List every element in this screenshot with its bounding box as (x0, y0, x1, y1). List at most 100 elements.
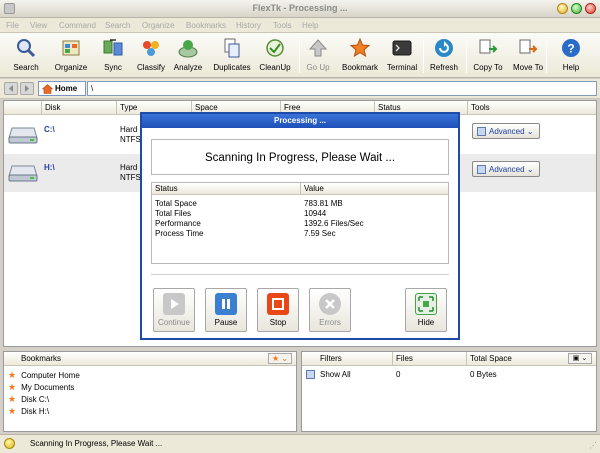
column-type[interactable]: Type (120, 103, 137, 112)
search-icon (17, 39, 36, 58)
advanced-button[interactable]: Advanced ⌄ (472, 161, 540, 177)
go-up-button[interactable]: Go Up (295, 36, 341, 76)
analyze-icon (178, 40, 198, 58)
arrow-right-icon (25, 85, 29, 92)
move-to-button[interactable]: Move To (505, 36, 551, 76)
advanced-button[interactable]: Advanced ⌄ (472, 123, 540, 139)
bookmark-item[interactable]: ★ Computer Home (8, 370, 80, 381)
star-icon: ★ (8, 406, 17, 416)
star-icon: ★ (8, 382, 17, 392)
back-button[interactable] (4, 82, 18, 95)
organize-button[interactable]: Organize (48, 36, 94, 76)
arrow-up-icon (308, 39, 328, 57)
analyze-button[interactable]: Analyze (165, 36, 211, 76)
menu-history[interactable]: History (236, 21, 261, 30)
copy-icon (479, 39, 498, 54)
help-icon: ? (562, 39, 580, 57)
dialog-divider (151, 274, 449, 275)
path-input[interactable]: \ (87, 81, 597, 96)
forward-button[interactable] (20, 82, 34, 95)
stat-value: 10944 (304, 209, 327, 218)
pause-button[interactable]: Pause (205, 288, 247, 332)
error-icon (319, 293, 341, 315)
bookmark-item[interactable]: ★ Disk H:\ (8, 406, 49, 417)
column-value: Value (304, 184, 324, 193)
stat-value: 1392.6 Files/Sec (304, 219, 364, 228)
menu-help[interactable]: Help (302, 21, 318, 30)
filter-row[interactable]: Show All 0 0 Bytes (306, 370, 596, 381)
filter-menu-button[interactable]: ▣ ⌄ (568, 353, 592, 364)
home-icon (42, 84, 53, 94)
pause-icon (215, 293, 237, 315)
menu-tools[interactable]: Tools (273, 21, 292, 30)
menu-command[interactable]: Command (59, 21, 96, 30)
filters-panel: Filters Files Total Space ▣ ⌄ Show All 0… (301, 351, 597, 432)
disk-name: C:\ (44, 125, 55, 134)
refresh-button[interactable]: Refresh (421, 36, 467, 76)
toolbar-separator (546, 39, 547, 73)
filter-icon (306, 370, 315, 379)
column-free[interactable]: Free (284, 103, 300, 112)
duplicates-icon (224, 38, 240, 58)
bookmarks-panel: Bookmarks ★ ⌄ ★ Computer Home ★ My Documen… (3, 351, 297, 432)
duplicates-button[interactable]: Duplicates (209, 36, 255, 76)
menu-file[interactable]: File (6, 21, 19, 30)
bookmark-item[interactable]: ★ Disk C:\ (8, 394, 49, 405)
stop-icon (267, 293, 289, 315)
progress-table-header: Status Value (152, 183, 448, 195)
minimize-button[interactable] (557, 3, 568, 14)
toolbar: Search Organize Sync Classify Analyze Du… (0, 33, 600, 78)
chevron-down-icon: ⌄ (526, 165, 534, 174)
organize-icon (62, 40, 80, 56)
column-tools[interactable]: Tools (471, 103, 490, 112)
terminal-button[interactable]: Terminal (379, 36, 425, 76)
star-icon: ★ (8, 394, 17, 404)
play-icon (163, 293, 185, 315)
stop-button[interactable]: Stop (257, 288, 299, 332)
errors-button[interactable]: Errors (309, 288, 351, 332)
search-button[interactable]: Search (3, 36, 49, 76)
terminal-icon (392, 40, 412, 56)
column-total-space[interactable]: Total Space (470, 354, 512, 363)
stat-label: Total Space (155, 199, 197, 208)
close-button[interactable] (585, 3, 596, 14)
cleanup-button[interactable]: CleanUp (252, 36, 298, 76)
menu-bar: File View Command Search Organize Bookma… (0, 18, 600, 33)
bookmark-button[interactable]: Bookmark (337, 36, 383, 76)
stat-value: 7.59 Sec (304, 229, 336, 238)
status-indicator-icon (4, 438, 15, 449)
column-space[interactable]: Space (195, 103, 218, 112)
hide-button[interactable]: Hide (405, 288, 447, 332)
column-files[interactable]: Files (396, 354, 413, 363)
star-icon: ★ (8, 370, 17, 380)
dialog-title: Processing ... (142, 114, 458, 128)
stat-value: 783.81 MB (304, 199, 343, 208)
status-text: Scanning In Progress, Please Wait ... (30, 439, 163, 448)
chevron-down-icon: ⌄ (526, 127, 534, 136)
star-icon (349, 37, 371, 58)
cleanup-icon (266, 39, 284, 57)
move-icon (519, 39, 538, 54)
processing-dialog: Processing ... Scanning In Progress, Ple… (140, 112, 460, 340)
bookmark-menu-button[interactable]: ★ ⌄ (268, 353, 292, 364)
resize-grip-icon[interactable]: ⋰ (589, 441, 597, 450)
column-status[interactable]: Status (378, 103, 401, 112)
maximize-button[interactable] (571, 3, 582, 14)
hard-drive-icon (8, 127, 38, 144)
settings-icon (477, 165, 486, 174)
menu-bookmarks[interactable]: Bookmarks (186, 21, 226, 30)
hide-icon (415, 293, 437, 315)
bookmark-item[interactable]: ★ My Documents (8, 382, 74, 393)
continue-button[interactable]: Continue (153, 288, 195, 332)
status-bar: Scanning In Progress, Please Wait ... ⋰ (0, 434, 600, 453)
help-button[interactable]: ? Help (548, 36, 594, 76)
column-filters[interactable]: Filters (320, 354, 342, 363)
menu-view[interactable]: View (30, 21, 47, 30)
sync-icon (103, 39, 123, 56)
home-button[interactable]: Home (38, 81, 86, 96)
menu-organize[interactable]: Organize (142, 21, 174, 30)
settings-icon (477, 127, 486, 136)
column-disk[interactable]: Disk (45, 103, 61, 112)
menu-search[interactable]: Search (105, 21, 130, 30)
svg-text:?: ? (567, 42, 574, 56)
